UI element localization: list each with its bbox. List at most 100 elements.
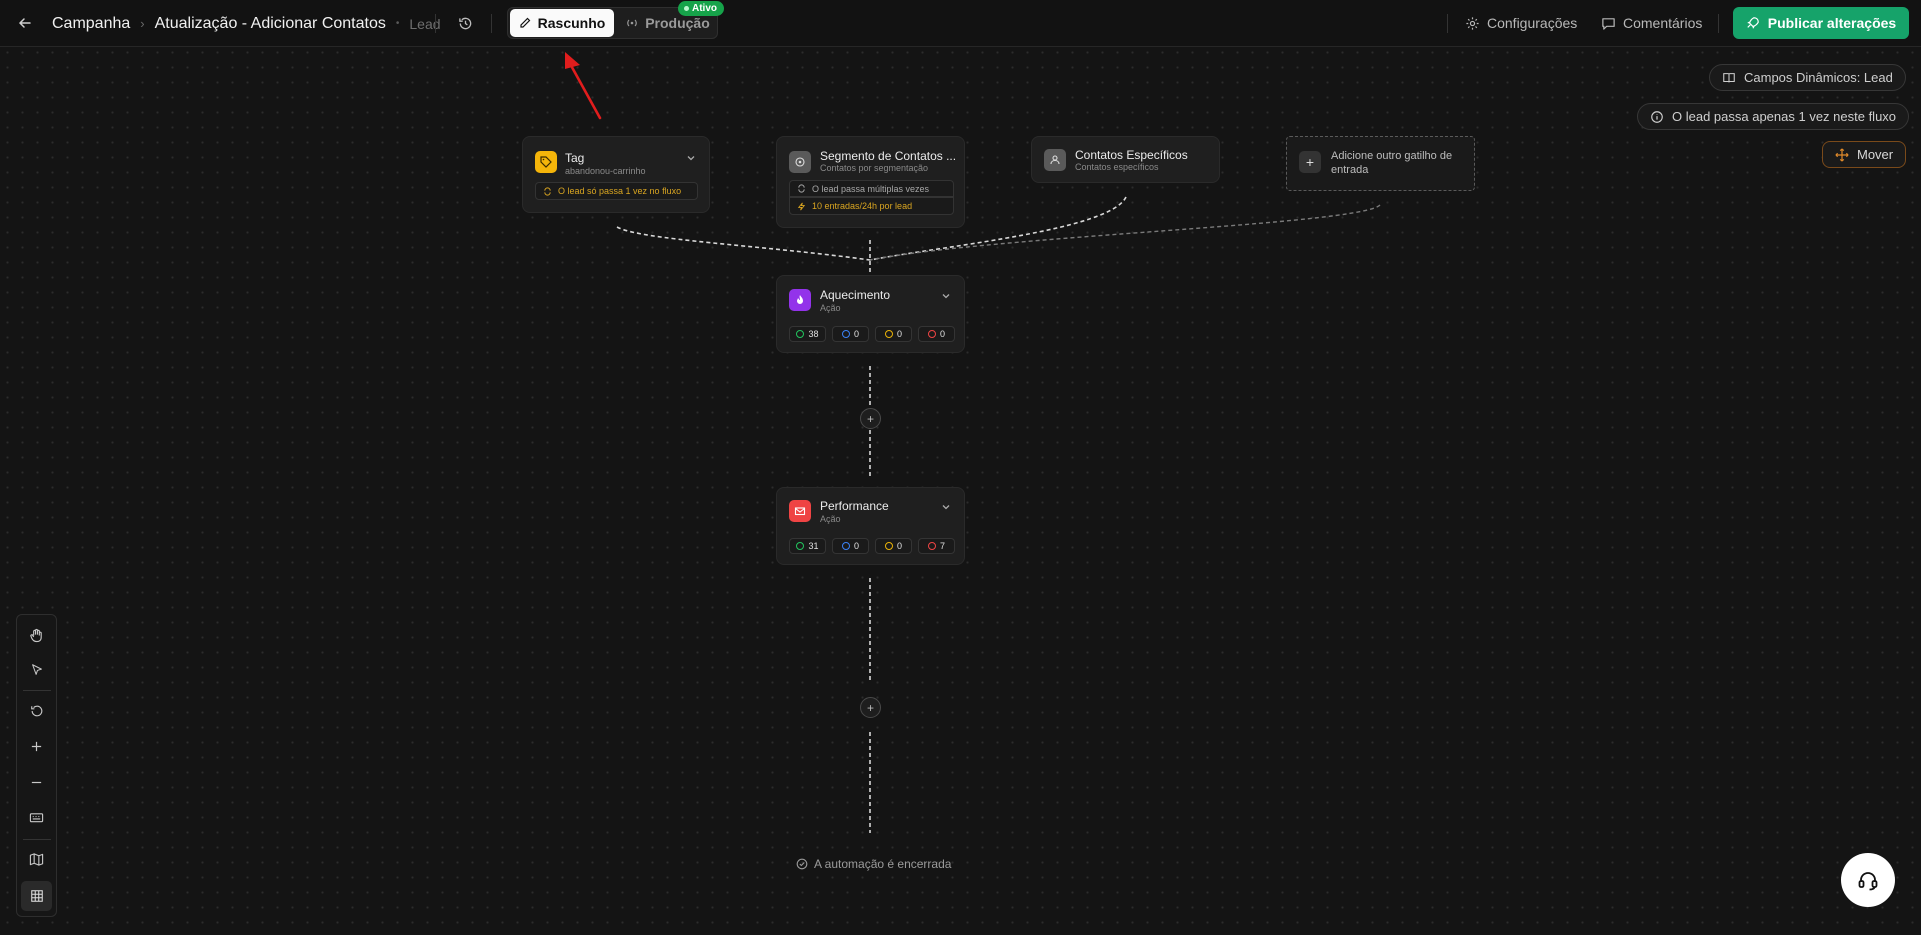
- map-icon: [29, 852, 44, 866]
- add-trigger-button[interactable]: + Adicione outro gatilho de entrada: [1286, 136, 1475, 191]
- stat-info-value: 0: [853, 541, 859, 551]
- annotation-arrow-icon: [565, 52, 602, 120]
- status-dot-icon: [684, 6, 689, 11]
- stat-error[interactable]: 7: [918, 538, 955, 554]
- minimap-button[interactable]: [21, 844, 52, 874]
- trigger-segment-rule-label: O lead passa múltiplas vezes: [812, 183, 930, 194]
- automation-end: A automação é encerrada: [796, 857, 951, 871]
- mode-draft-button[interactable]: Rascunho: [510, 9, 614, 37]
- chevron-right-icon: ›: [140, 16, 145, 31]
- chevron-down-icon[interactable]: [686, 150, 696, 168]
- user-icon: [1044, 149, 1066, 171]
- publish-label: Publicar alterações: [1767, 15, 1897, 31]
- action-performance-subtitle: Ação: [820, 514, 841, 524]
- move-label: Mover: [1857, 147, 1894, 162]
- settings-label: Configurações: [1487, 15, 1578, 31]
- clock-icon: [884, 542, 893, 550]
- add-trigger-label: Adicione outro gatilho de entrada: [1331, 150, 1453, 176]
- canvas-toolbar: [16, 614, 57, 917]
- zoom-in-icon: [31, 741, 42, 751]
- support-button[interactable]: [1841, 853, 1895, 907]
- plus-icon: +: [1299, 151, 1321, 173]
- pointer-icon: [31, 664, 42, 675]
- error-circle-icon: [927, 542, 936, 550]
- segment-icon: [789, 151, 811, 173]
- stat-pending[interactable]: 0: [875, 538, 912, 554]
- stat-error-value: 0: [939, 329, 945, 339]
- reset-view-button[interactable]: [21, 696, 52, 726]
- check-circle-icon: [796, 542, 805, 550]
- stat-success[interactable]: 31: [789, 538, 826, 554]
- trigger-segment-limit-label: 10 entradas/24h por lead: [812, 201, 913, 211]
- tag-icon: [535, 151, 557, 173]
- select-tool-button[interactable]: [21, 655, 52, 685]
- add-step-button[interactable]: +: [860, 408, 881, 429]
- stat-pending-value: 0: [896, 329, 902, 339]
- back-button[interactable]: [14, 12, 36, 34]
- grid-toggle-button[interactable]: [21, 881, 52, 911]
- comments-button[interactable]: Comentários: [1601, 12, 1702, 34]
- history-icon: [458, 17, 471, 29]
- active-badge: Ativo: [678, 1, 724, 16]
- gear-icon: [1466, 16, 1479, 30]
- reset-icon: [30, 705, 42, 717]
- action-aquecimento-node[interactable]: Aquecimento Ação 38 0 0 0: [776, 275, 965, 353]
- action-aquecimento-title: Aquecimento: [820, 288, 891, 302]
- dynamic-fields-label: Campos Dinâmicos: Lead: [1744, 70, 1893, 85]
- stat-info[interactable]: 0: [832, 538, 869, 554]
- zoom-out-button[interactable]: [21, 767, 52, 797]
- error-circle-icon: [927, 330, 936, 338]
- trigger-segment-rule: O lead passa múltiplas vezes: [789, 180, 954, 197]
- action-performance-node[interactable]: Performance Ação 31 0 0 7: [776, 487, 965, 565]
- repeat-icon: [544, 186, 551, 196]
- zoom-out-icon: [31, 781, 42, 783]
- hand-tool-button[interactable]: [21, 620, 52, 650]
- rocket-icon: [1747, 17, 1759, 29]
- automation-end-label: A automação é encerrada: [814, 857, 952, 871]
- breadcrumb-campaign[interactable]: Campanha: [52, 15, 130, 33]
- stat-pending[interactable]: 0: [875, 326, 912, 342]
- divider: [1718, 14, 1719, 33]
- keyboard-shortcuts-button[interactable]: [21, 802, 52, 832]
- trigger-segment-node[interactable]: Segmento de Contatos ... Contatos por se…: [776, 136, 965, 228]
- check-circle-icon: [796, 858, 808, 870]
- stat-pending-value: 0: [896, 541, 902, 551]
- active-badge-label: Ativo: [692, 3, 717, 14]
- mode-production-label: Produção: [645, 15, 710, 31]
- divider: [435, 14, 436, 33]
- info-icon: [1651, 110, 1663, 123]
- divider: [1447, 14, 1448, 33]
- trigger-segment-subtitle: Contatos por segmentação: [820, 163, 929, 173]
- mail-icon: [789, 500, 811, 522]
- grid-icon: [30, 890, 43, 902]
- flow-rule-label: O lead passa apenas 1 vez neste fluxo: [1672, 109, 1897, 124]
- stat-error[interactable]: 0: [918, 326, 955, 342]
- add-step-button[interactable]: +: [860, 697, 881, 718]
- chevron-down-icon[interactable]: [941, 499, 951, 517]
- hand-icon: [30, 628, 42, 642]
- publish-button[interactable]: Publicar alterações: [1733, 7, 1909, 39]
- info-circle-icon: [841, 542, 850, 550]
- comment-icon: [1602, 17, 1615, 30]
- repeat-icon: [798, 184, 805, 193]
- headset-icon: [1858, 872, 1878, 891]
- move-button[interactable]: Mover: [1822, 141, 1907, 168]
- trigger-specific-node[interactable]: Contatos Específicos Contatos específico…: [1031, 136, 1220, 183]
- stat-success[interactable]: 38: [789, 326, 826, 342]
- settings-button[interactable]: Configurações: [1465, 12, 1577, 34]
- plus-icon: +: [866, 700, 874, 715]
- flow-rule-badge: O lead passa apenas 1 vez neste fluxo: [1637, 103, 1910, 130]
- zoom-in-button[interactable]: [21, 731, 52, 761]
- breadcrumb-automation[interactable]: Atualização - Adicionar Contatos: [155, 15, 386, 33]
- pencil-icon: [520, 17, 531, 28]
- stat-info[interactable]: 0: [832, 326, 869, 342]
- flame-icon: [789, 289, 811, 311]
- divider: [491, 14, 492, 33]
- mode-draft-label: Rascunho: [537, 15, 606, 31]
- chevron-down-icon[interactable]: [941, 288, 951, 306]
- trigger-tag-rule: O lead só passa 1 vez no fluxo: [535, 182, 698, 200]
- toolbar-divider: [23, 690, 51, 691]
- dynamic-fields-button[interactable]: Campos Dinâmicos: Lead: [1709, 64, 1906, 91]
- history-button[interactable]: [454, 12, 476, 34]
- trigger-tag-node[interactable]: Tag abandonou-carrinho O lead só passa 1…: [522, 136, 710, 213]
